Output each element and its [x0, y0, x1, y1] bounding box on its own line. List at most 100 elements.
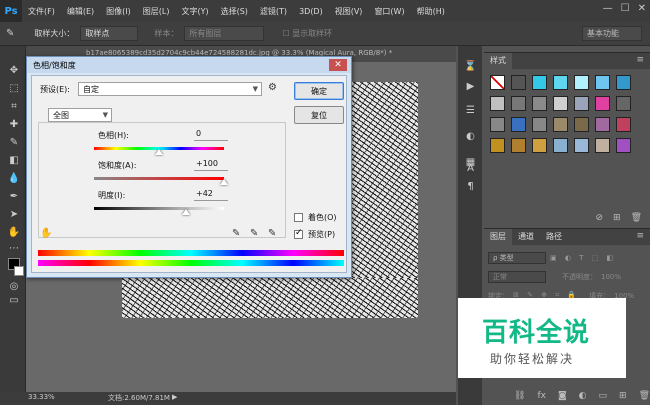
layer-fx-icon[interactable]: fx — [537, 391, 546, 401]
menu-file[interactable]: 文件(F) — [22, 6, 61, 17]
character-icon[interactable]: A — [464, 162, 477, 175]
minimize-button[interactable]: — — [603, 3, 613, 14]
style-swatch[interactable] — [574, 96, 589, 111]
style-swatch[interactable] — [511, 138, 526, 153]
delete-layer-icon[interactable]: 🗑 — [639, 391, 650, 401]
sample-size-select[interactable]: 取样点 — [80, 26, 139, 41]
dialog-close-button[interactable]: ✕ — [329, 59, 347, 71]
menu-edit[interactable]: 编辑(E) — [61, 6, 100, 17]
new-group-icon[interactable]: ▭ — [599, 391, 608, 401]
style-swatch[interactable] — [616, 75, 631, 90]
style-swatch[interactable] — [532, 96, 547, 111]
quick-mask-icon[interactable]: ◎ — [7, 280, 21, 294]
eyedropper-icon[interactable]: ✎ — [232, 228, 240, 239]
layer-kind-filter[interactable]: ρ 类型 — [488, 251, 546, 264]
filter-icons[interactable]: ▣ ◐ T ⬚ ◧ — [550, 254, 616, 262]
healing-tool-icon[interactable]: ✚ — [7, 118, 21, 132]
eyedropper-tool-icon[interactable]: ✎ — [6, 28, 14, 39]
style-swatch[interactable] — [553, 75, 568, 90]
style-swatch[interactable] — [532, 75, 547, 90]
style-swatch[interactable] — [595, 138, 610, 153]
style-swatch[interactable] — [574, 117, 589, 132]
menu-select[interactable]: 选择(S) — [215, 6, 254, 17]
status-arrow-icon[interactable]: ▶ — [172, 393, 177, 401]
preset-select[interactable]: 自定 ▼ — [78, 82, 262, 96]
style-swatch[interactable] — [490, 138, 505, 153]
properties-icon[interactable]: ☰ — [464, 104, 477, 117]
menu-type[interactable]: 文字(Y) — [175, 6, 214, 17]
background-color-swatch[interactable] — [14, 266, 24, 276]
tab-styles[interactable]: 样式 — [484, 53, 512, 69]
blur-tool-icon[interactable]: 💧 — [7, 172, 21, 186]
style-swatch[interactable] — [490, 75, 505, 90]
delete-style-icon[interactable]: 🗑 — [631, 213, 642, 223]
menu-image[interactable]: 图像(I) — [100, 6, 137, 17]
menu-help[interactable]: 帮助(H) — [411, 6, 451, 17]
saturation-slider-thumb[interactable] — [220, 179, 228, 185]
new-style-icon[interactable]: ⊞ — [613, 213, 621, 223]
more-tools-icon[interactable]: ⋯ — [7, 242, 21, 256]
tab-channels[interactable]: 通道 — [512, 229, 540, 245]
menu-view[interactable]: 视图(V) — [329, 6, 369, 17]
style-swatch[interactable] — [616, 117, 631, 132]
menu-layer[interactable]: 图层(L) — [137, 6, 176, 17]
style-swatch[interactable] — [616, 138, 631, 153]
hand-adjust-icon[interactable]: ✋ — [40, 228, 52, 239]
preview-checkbox[interactable] — [294, 228, 303, 239]
style-swatch[interactable] — [511, 75, 526, 90]
tab-paths[interactable]: 路径 — [540, 229, 568, 245]
style-swatch[interactable] — [511, 117, 526, 132]
style-swatch[interactable] — [532, 117, 547, 132]
paragraph-icon[interactable]: ¶ — [464, 180, 477, 193]
pen-tool-icon[interactable]: ✒ — [7, 190, 21, 204]
actions-icon[interactable]: ▶ — [464, 80, 477, 93]
tab-layers[interactable]: 图层 — [484, 229, 512, 245]
style-swatch[interactable] — [490, 117, 505, 132]
menu-3d[interactable]: 3D(D) — [293, 7, 329, 16]
style-swatch[interactable] — [595, 96, 610, 111]
menu-window[interactable]: 窗口(W) — [368, 6, 410, 17]
saturation-slider-track[interactable] — [94, 177, 224, 180]
new-layer-icon[interactable]: ⊞ — [619, 391, 627, 401]
style-swatch[interactable] — [574, 75, 589, 90]
ok-button[interactable]: 确定 — [294, 82, 344, 100]
style-swatch[interactable] — [490, 96, 505, 111]
hue-value-field[interactable]: 0 — [194, 129, 228, 141]
reset-button[interactable]: 复位 — [294, 106, 344, 124]
zoom-level[interactable]: 33.33% — [28, 393, 55, 401]
dialog-titlebar[interactable]: 色相/饱和度 — [27, 57, 351, 73]
move-tool-icon[interactable]: ✥ — [7, 64, 21, 78]
show-ring-checkbox[interactable]: ☐ 显示取样环 — [282, 28, 332, 39]
panel-menu-icon[interactable]: ≡ — [636, 231, 644, 241]
close-window-button[interactable]: ✕ — [638, 3, 646, 14]
blend-mode-select[interactable]: 正常 — [488, 270, 546, 283]
style-swatch[interactable] — [595, 117, 610, 132]
style-swatch[interactable] — [574, 138, 589, 153]
lightness-slider-thumb[interactable] — [182, 209, 191, 215]
style-swatch[interactable] — [553, 96, 568, 111]
eyedropper-plus-icon[interactable]: ✎ — [250, 228, 258, 239]
crop-tool-icon[interactable]: ⌗ — [7, 100, 21, 114]
style-swatch[interactable] — [553, 138, 568, 153]
marquee-tool-icon[interactable]: ⬚ — [7, 82, 21, 96]
clear-style-icon[interactable]: ⊘ — [595, 213, 603, 223]
style-swatch[interactable] — [532, 138, 547, 153]
adjustments-icon[interactable]: ◐ — [464, 130, 477, 143]
path-select-tool-icon[interactable]: ➤ — [7, 208, 21, 222]
eraser-tool-icon[interactable]: ◧ — [7, 154, 21, 168]
style-swatch[interactable] — [595, 75, 610, 90]
lightness-slider-track[interactable] — [94, 207, 224, 210]
lightness-value-field[interactable]: +42 — [194, 189, 228, 201]
gear-icon[interactable]: ⚙ — [268, 82, 277, 93]
style-swatch[interactable] — [511, 96, 526, 111]
opacity-value[interactable]: 100% — [601, 273, 621, 281]
colorize-checkbox[interactable] — [294, 213, 303, 222]
hand-tool-icon[interactable]: ✋ — [7, 226, 21, 240]
saturation-value-field[interactable]: +100 — [194, 159, 228, 171]
sample-select[interactable]: 所有图层 — [184, 26, 265, 41]
hue-slider-thumb[interactable] — [155, 149, 163, 155]
eyedropper-minus-icon[interactable]: ✎ — [268, 228, 276, 239]
workspace-select[interactable]: 基本功能 — [582, 26, 642, 41]
link-layers-icon[interactable]: ⛓ — [514, 391, 525, 401]
channel-select[interactable]: 全图 ▼ — [48, 108, 112, 122]
